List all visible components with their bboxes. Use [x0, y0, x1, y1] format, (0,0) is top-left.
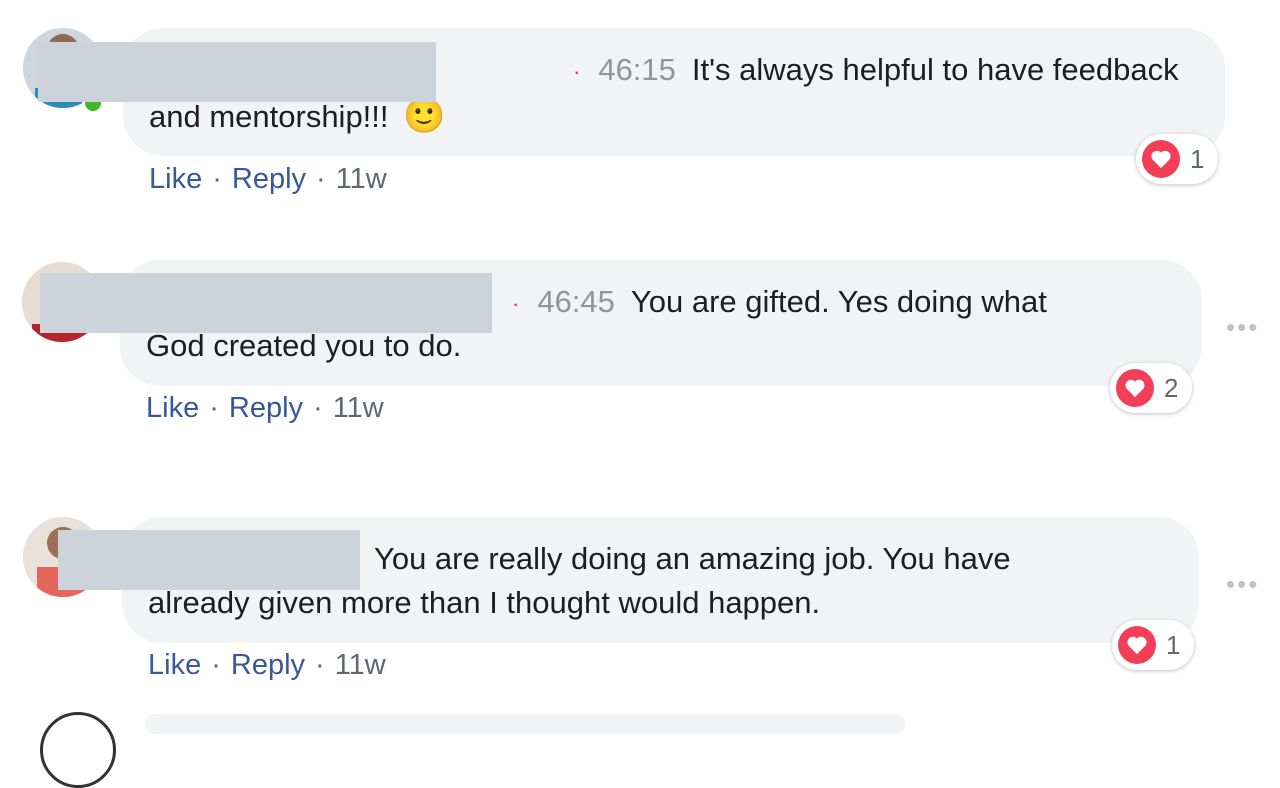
- reaction-count: 2: [1164, 372, 1179, 403]
- separator: ·: [315, 649, 325, 681]
- comment-text: It's always helpful to have feedback: [691, 52, 1179, 87]
- comment-text-continued: already given more than I thought would …: [148, 585, 821, 620]
- more-options-icon[interactable]: •••: [1226, 312, 1259, 343]
- comment-text-continued: and mentorship!!!: [149, 99, 389, 134]
- like-button[interactable]: Like: [149, 163, 202, 195]
- video-timestamp[interactable]: 46:45: [537, 284, 615, 319]
- video-timestamp[interactable]: 46:15: [598, 52, 676, 87]
- comment-text-line1: You are really doing an amazing job. You…: [374, 537, 1169, 581]
- timestamp-dot: ·: [512, 290, 520, 316]
- reply-button[interactable]: Reply: [232, 163, 306, 195]
- comment-text: You are gifted. Yes doing what: [630, 284, 1047, 319]
- reply-button[interactable]: Reply: [229, 392, 303, 424]
- separator: ·: [212, 163, 222, 195]
- redacted-name: [58, 530, 360, 590]
- reaction-badge[interactable]: 1: [1136, 134, 1219, 184]
- comment-text: You are really doing an amazing job. You…: [374, 541, 1011, 576]
- more-options-icon[interactable]: •••: [1226, 569, 1259, 600]
- reaction-badge[interactable]: 2: [1110, 363, 1193, 413]
- comment-actions: Like · Reply · 11w: [149, 163, 387, 196]
- like-button[interactable]: Like: [148, 649, 201, 681]
- comment-text-continued: God created you to do.: [146, 328, 462, 363]
- comment-text-line1: · 46:15 It's always helpful to have feedba…: [573, 48, 1195, 94]
- separator: ·: [211, 649, 221, 681]
- comment-bubble: [145, 714, 905, 734]
- reaction-badge[interactable]: 1: [1112, 620, 1195, 670]
- comment-actions: Like · Reply · 11w: [146, 392, 384, 425]
- like-button[interactable]: Like: [146, 392, 199, 424]
- separator: ·: [209, 392, 219, 424]
- separator: ·: [316, 163, 326, 195]
- comment-age[interactable]: 11w: [333, 392, 384, 424]
- redacted-name: [38, 42, 436, 102]
- avatar[interactable]: [40, 712, 116, 788]
- heart-icon: [1118, 626, 1156, 664]
- heart-icon: [1116, 369, 1154, 407]
- reaction-count: 1: [1166, 629, 1181, 660]
- reply-button[interactable]: Reply: [231, 649, 305, 681]
- smiley-emoji-icon: 🙂: [403, 97, 446, 135]
- reaction-count: 1: [1190, 143, 1205, 174]
- comment-age[interactable]: 11w: [336, 163, 387, 195]
- separator: ·: [313, 392, 323, 424]
- comment-actions: Like · Reply · 11w: [148, 649, 386, 682]
- comment-text-line1: · 46:45 You are gifted. Yes doing what: [512, 280, 1172, 326]
- timestamp-dot: ·: [573, 58, 581, 84]
- redacted-name: [40, 273, 492, 333]
- heart-icon: [1142, 140, 1180, 178]
- comment-age[interactable]: 11w: [335, 649, 386, 681]
